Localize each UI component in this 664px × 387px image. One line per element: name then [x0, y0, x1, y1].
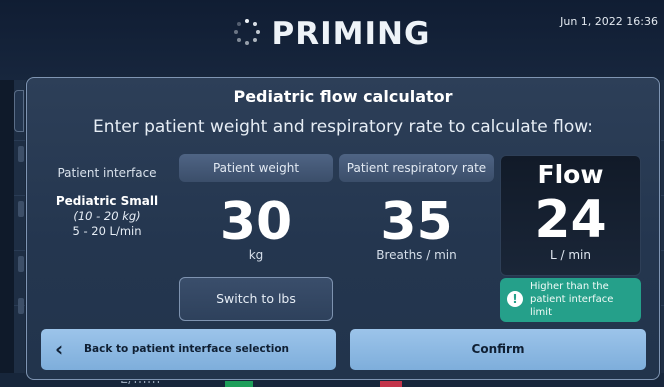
dialog-title: Pediatric flow calculator: [233, 87, 453, 106]
patient-weight-value[interactable]: 30: [179, 194, 333, 250]
dialog-instructions: Enter patient weight and respiratory rat…: [93, 117, 593, 137]
respiratory-rate-header: Patient respiratory rate: [339, 154, 494, 182]
chevron-left-icon: ‹: [55, 337, 64, 361]
patient-weight-header: Patient weight: [179, 154, 333, 182]
confirm-button[interactable]: Confirm: [350, 329, 646, 370]
screen-title-text: PRIMING: [271, 16, 431, 52]
back-to-interface-selection-button[interactable]: ‹ Back to patient interface selection: [41, 329, 336, 370]
patient-weight-unit: kg: [248, 248, 264, 262]
flow-unit: L / min: [550, 248, 591, 262]
patient-interface-name: Pediatric Small: [55, 194, 159, 208]
bottom-green-indicator: [225, 380, 253, 387]
respiratory-rate-unit: Breaths / min: [376, 248, 457, 262]
patient-interface-weight-range: (10 - 20 kg): [73, 209, 141, 223]
flow-label: Flow: [537, 160, 604, 189]
flow-value: 24: [534, 190, 607, 250]
back-button-label: Back to patient interface selection: [84, 343, 290, 355]
bottom-red-indicator: [380, 380, 402, 387]
background-nub: [18, 298, 24, 314]
patient-interface-flow-range: 5 - 20 L/min: [72, 224, 142, 238]
respiratory-rate-value[interactable]: 35: [339, 194, 494, 250]
warning-text: Higher than the patient interface limit: [530, 281, 614, 318]
background-nub: [18, 256, 24, 272]
pediatric-flow-calculator-dialog: Pediatric flow calculator Enter patient …: [26, 77, 660, 380]
flow-limit-warning: ! Higher than the patient interface limi…: [500, 278, 641, 322]
switch-to-lbs-button[interactable]: Switch to lbs: [179, 277, 333, 321]
background-nub: [18, 201, 24, 217]
background-tab: [14, 90, 24, 132]
flow-result-box: Flow 24 L / min: [500, 155, 641, 276]
exclamation-icon: !: [507, 291, 523, 307]
priming-spinner-icon: [233, 18, 260, 45]
patient-interface-label: Patient interface: [57, 166, 157, 180]
date-time: Jun 1, 2022 16:36: [560, 15, 658, 28]
background-nub: [18, 146, 24, 162]
